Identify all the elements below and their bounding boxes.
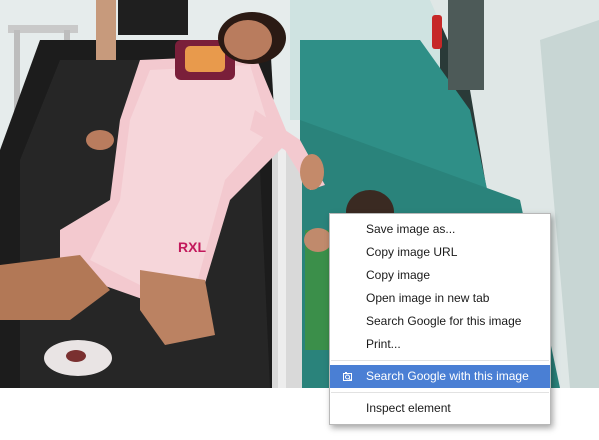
menu-item-save-image[interactable]: Save image as... — [330, 218, 550, 241]
menu-item-print[interactable]: Print... — [330, 333, 550, 356]
menu-separator — [331, 392, 549, 393]
context-menu: Save image as... Copy image URL Copy ima… — [329, 213, 551, 425]
menu-item-search-google-for-image[interactable]: Search Google for this image — [330, 310, 550, 333]
menu-item-label: Search Google with this image — [366, 369, 529, 383]
menu-item-copy-image-url[interactable]: Copy image URL — [330, 241, 550, 264]
menu-item-search-google-with-image[interactable]: Search Google with this image — [330, 365, 550, 388]
menu-item-copy-image[interactable]: Copy image — [330, 264, 550, 287]
svg-text:RXL: RXL — [178, 239, 206, 255]
menu-separator — [331, 360, 549, 361]
search-by-image-icon — [343, 372, 352, 381]
menu-item-inspect-element[interactable]: Inspect element — [330, 397, 550, 420]
menu-item-open-image-new-tab[interactable]: Open image in new tab — [330, 287, 550, 310]
